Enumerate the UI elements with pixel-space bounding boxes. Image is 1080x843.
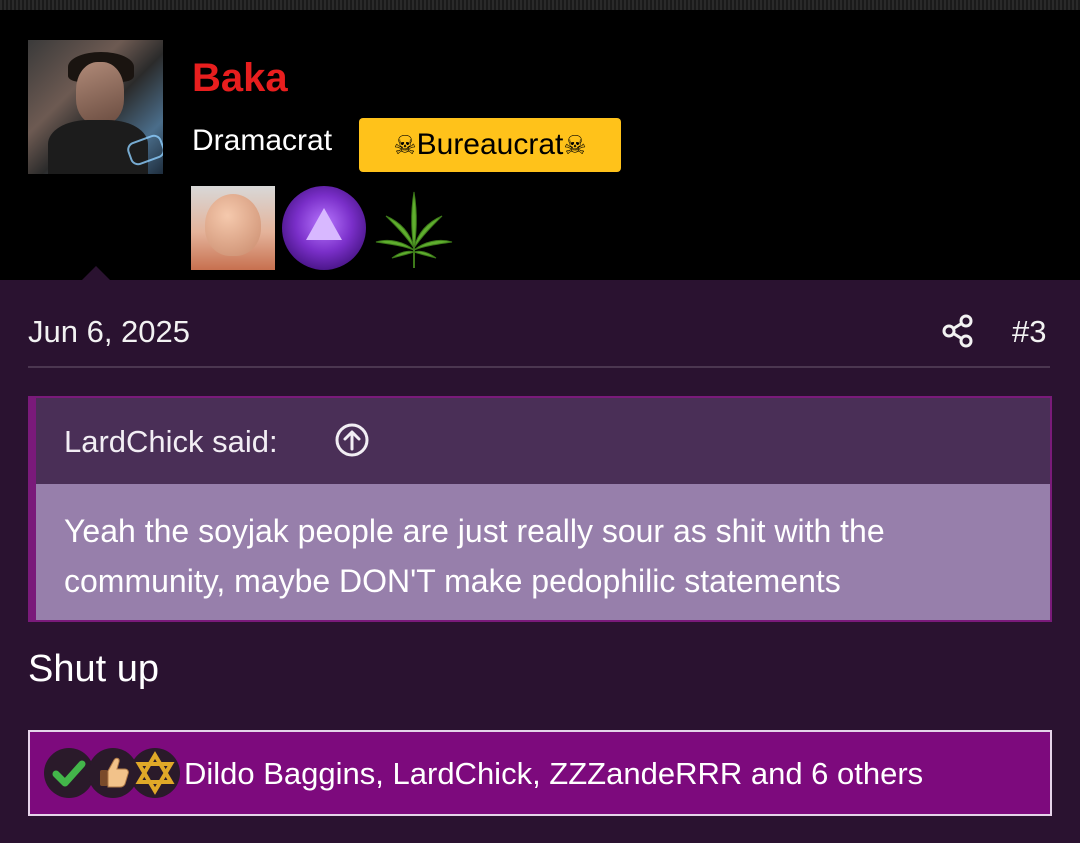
header-pointer: [70, 266, 122, 292]
cannabis-leaf-icon[interactable]: [372, 186, 456, 270]
reactions-bar[interactable]: Dildo Baggins, LardChick, ZZZandeRRR and…: [28, 730, 1052, 816]
purple-triangle-medal-icon[interactable]: [282, 186, 366, 270]
quote-author[interactable]: LardChick said:: [64, 424, 278, 460]
share-icon[interactable]: [942, 314, 974, 348]
user-avatar[interactable]: [28, 40, 163, 174]
top-strip: [0, 0, 1080, 10]
user-title: Dramacrat: [192, 124, 333, 157]
reaction-summary-link[interactable]: Dildo Baggins, LardChick, ZZZandeRRR and…: [184, 756, 923, 792]
quote-body: Yeah the soyjak people are just really s…: [36, 484, 1050, 620]
post-number-link[interactable]: #3: [1012, 314, 1046, 350]
role-badge-label: Bureaucrat: [416, 128, 564, 161]
post-author-header: Baka Dramacrat ☠Bureaucrat☠: [0, 10, 1080, 292]
arrow-up-circle-icon[interactable]: [334, 422, 370, 458]
username[interactable]: Baka: [192, 56, 288, 101]
post-date[interactable]: Jun 6, 2025: [28, 314, 190, 350]
role-badge: ☠Bureaucrat☠: [359, 118, 621, 172]
quote-text: Yeah the soyjak people are just really s…: [64, 513, 885, 599]
star-of-david-reaction-icon: [130, 748, 180, 798]
post-body: Shut up: [28, 648, 159, 690]
checkmark-reaction-icon: [44, 748, 94, 798]
skull-crossbones-icon: ☠: [393, 130, 417, 160]
skull-crossbones-icon: ☠: [563, 130, 587, 160]
quote-block: LardChick said: Yeah the soyjak people a…: [28, 396, 1052, 622]
quote-header: LardChick said:: [36, 398, 1050, 484]
divider: [28, 366, 1050, 368]
bald-man-trophy-icon[interactable]: [191, 186, 275, 270]
